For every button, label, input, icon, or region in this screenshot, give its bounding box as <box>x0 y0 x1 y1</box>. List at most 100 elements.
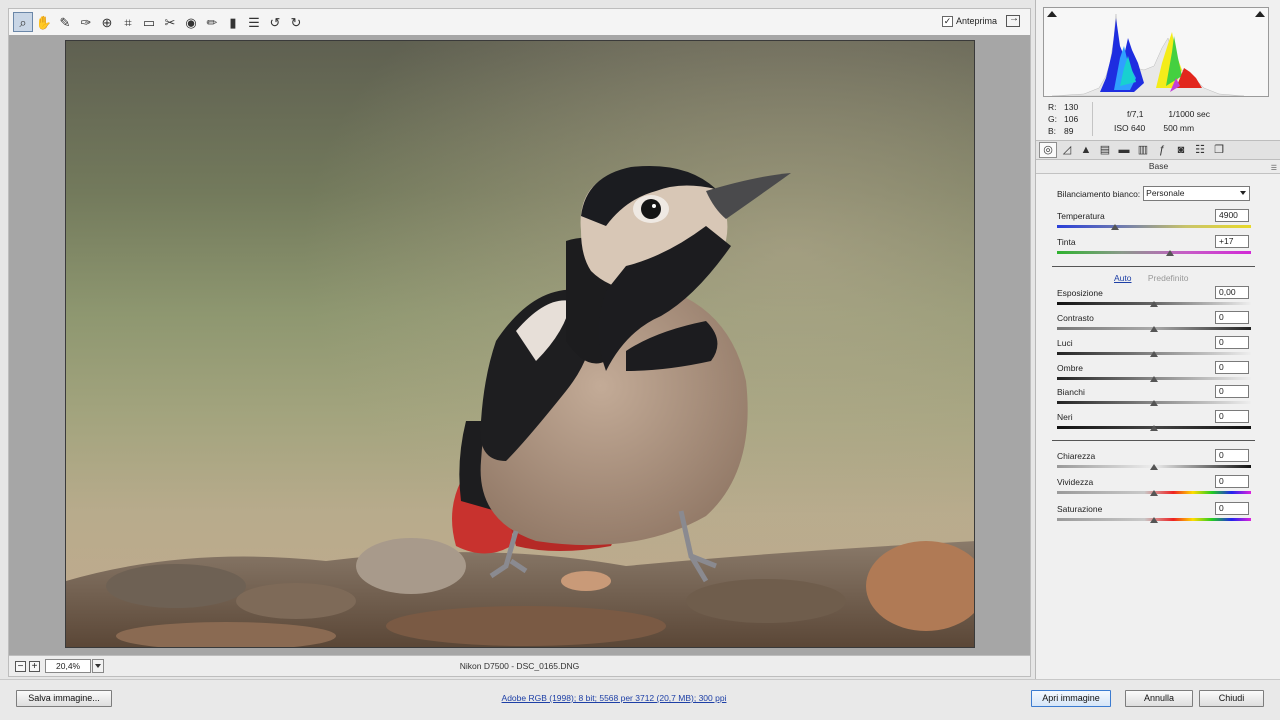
file-name-caption: Nikon D7500 - DSC_0165.DNG <box>459 661 580 671</box>
default-link[interactable]: Predefinito <box>1148 273 1189 283</box>
bottom-bar: Salva immagine... Adobe RGB (1998); 8 bi… <box>0 679 1280 720</box>
basic-tab-icon[interactable]: ◎ <box>1039 142 1057 158</box>
status-bar: − + 20,4% Nikon D7500 - DSC_0165.DNG <box>8 655 1031 677</box>
slider-label: Contrasto <box>1057 313 1094 323</box>
auto-link[interactable]: Auto <box>1114 273 1132 283</box>
g-label: G: <box>1048 114 1057 124</box>
rotate-right-icon[interactable]: ↻ <box>286 12 306 32</box>
graduated-filter-tool-icon[interactable]: ▮ <box>223 12 243 32</box>
r-value: 130 <box>1064 102 1079 112</box>
tool-bar: ⌕ ✋ ✎ ✑ ⊕ ⌗ ▭ ✂ ◉ ✏ ▮ ☰ ↺ ↻ ✓ Anteprima <box>8 8 1031 35</box>
highlight-clipping-warning-icon[interactable] <box>1255 11 1265 17</box>
white-balance-select[interactable]: Personale <box>1143 186 1251 201</box>
contrast-slider[interactable]: Contrasto 0 <box>1057 311 1251 337</box>
effects-tab-icon[interactable]: ƒ <box>1153 142 1171 158</box>
hand-tool-icon[interactable]: ✋ <box>34 12 54 32</box>
open-image-button[interactable]: Apri immagine <box>1031 690 1111 707</box>
shutter-value: 1/1000 sec <box>1168 109 1210 119</box>
rgb-readout: R: 130 G: 106 B: 89 <box>1048 101 1078 137</box>
zoom-in-button[interactable]: + <box>29 660 40 672</box>
slider-thumb[interactable] <box>1150 326 1158 332</box>
slider-track[interactable] <box>1057 251 1251 254</box>
snapshots-tab-icon[interactable]: ❐ <box>1210 142 1228 158</box>
color-sampler-tool-icon[interactable]: ✑ <box>76 12 96 32</box>
slider-thumb[interactable] <box>1150 425 1158 431</box>
zoom-tool-icon[interactable]: ⌕ <box>13 12 33 32</box>
slider-label: Luci <box>1057 338 1073 348</box>
preview-checkbox[interactable]: ✓ <box>941 15 953 27</box>
slider-thumb[interactable] <box>1150 464 1158 470</box>
hsl-tab-icon[interactable]: ▤ <box>1096 142 1114 158</box>
section-divider <box>1052 266 1255 267</box>
camera-calibration-tab-icon[interactable]: ◙ <box>1172 142 1190 158</box>
slider-value-field[interactable]: 4900 <box>1215 209 1249 222</box>
slider-thumb[interactable] <box>1150 351 1158 357</box>
adjustment-brush-tool-icon[interactable]: ✏ <box>202 12 222 32</box>
slider-thumb[interactable] <box>1150 400 1158 406</box>
preview-toggle[interactable]: ✓ Anteprima <box>941 13 1020 27</box>
close-button[interactable]: Chiudi <box>1199 690 1264 707</box>
zoom-dropdown-icon[interactable] <box>92 659 104 673</box>
highlights-slider[interactable]: Luci 0 <box>1057 336 1251 362</box>
zoom-out-button[interactable]: − <box>15 660 26 672</box>
slider-thumb[interactable] <box>1111 224 1120 230</box>
slider-value-field[interactable]: 0 <box>1215 336 1249 349</box>
slider-value-field[interactable]: 0 <box>1215 410 1249 423</box>
rotate-left-icon[interactable]: ↺ <box>265 12 285 32</box>
targeted-adjustment-tool-icon[interactable]: ⊕ <box>97 12 117 32</box>
slider-thumb[interactable] <box>1165 250 1174 256</box>
zoom-level-field[interactable]: 20,4% <box>45 659 91 673</box>
slider-value-field[interactable]: +17 <box>1215 235 1249 248</box>
crop-tool-icon[interactable]: ⌗ <box>118 12 138 32</box>
saturation-slider[interactable]: Saturazione 0 <box>1057 502 1251 528</box>
detail-tab-icon[interactable]: ▲ <box>1077 142 1095 158</box>
tint-slider[interactable]: Tinta +17 <box>1057 235 1251 261</box>
histogram <box>1043 7 1269 97</box>
slider-value-field[interactable]: 0 <box>1215 449 1249 462</box>
fullscreen-icon[interactable] <box>1006 13 1020 27</box>
slider-thumb[interactable] <box>1150 376 1158 382</box>
temperature-slider[interactable]: Temperatura 4900 <box>1057 209 1251 235</box>
b-value: 89 <box>1064 126 1074 136</box>
spot-removal-tool-icon[interactable]: ✂ <box>160 12 180 32</box>
slider-track[interactable] <box>1057 225 1251 228</box>
slider-value-field[interactable]: 0,00 <box>1215 286 1249 299</box>
whites-slider[interactable]: Bianchi 0 <box>1057 385 1251 411</box>
lens-corrections-tab-icon[interactable]: ▥ <box>1134 142 1152 158</box>
slider-thumb[interactable] <box>1150 490 1158 496</box>
presets-tab-icon[interactable]: ☷ <box>1191 142 1209 158</box>
straighten-tool-icon[interactable]: ▭ <box>139 12 159 32</box>
blacks-slider[interactable]: Neri 0 <box>1057 410 1251 436</box>
split-toning-tab-icon[interactable]: ▬ <box>1115 142 1133 158</box>
exposure-slider[interactable]: Esposizione 0,00 <box>1057 286 1251 312</box>
preview-label: Anteprima <box>955 16 997 26</box>
r-label: R: <box>1048 102 1057 112</box>
photo-preview[interactable] <box>65 40 975 648</box>
red-eye-removal-tool-icon[interactable]: ◉ <box>181 12 201 32</box>
white-balance-label: Bilanciamento bianco: <box>1057 188 1141 199</box>
shadows-slider[interactable]: Ombre 0 <box>1057 361 1251 387</box>
slider-value-field[interactable]: 0 <box>1215 385 1249 398</box>
slider-thumb[interactable] <box>1150 301 1158 307</box>
tone-curve-tab-icon[interactable]: ◿ <box>1058 142 1076 158</box>
vibrance-slider[interactable]: Vividezza 0 <box>1057 475 1251 501</box>
panel-menu-icon[interactable]: ☰ <box>1271 164 1277 172</box>
image-stage <box>8 35 1031 655</box>
preview-area: ⌕✋✎✑⊕⌗▭✂◉✏▮☰↺↻ ✓ Anteprima <box>0 0 1035 679</box>
slider-value-field[interactable]: 0 <box>1215 502 1249 515</box>
focal-length-value: 500 mm <box>1163 123 1195 133</box>
shadow-clipping-warning-icon[interactable] <box>1047 11 1057 17</box>
clarity-slider[interactable]: Chiarezza 0 <box>1057 449 1251 475</box>
white-balance-tool-icon[interactable]: ✎ <box>55 12 75 32</box>
slider-label: Neri <box>1057 412 1073 422</box>
b-label: B: <box>1048 126 1057 136</box>
slider-label: Bianchi <box>1057 387 1085 397</box>
slider-value-field[interactable]: 0 <box>1215 311 1249 324</box>
slider-value-field[interactable]: 0 <box>1215 475 1249 488</box>
camera-raw-window: ⌕✋✎✑⊕⌗▭✂◉✏▮☰↺↻ ✓ Anteprima <box>0 0 1280 720</box>
slider-value-field[interactable]: 0 <box>1215 361 1249 374</box>
readout-divider <box>1092 102 1093 136</box>
preferences-icon[interactable]: ☰ <box>244 12 264 32</box>
cancel-button[interactable]: Annulla <box>1125 690 1193 707</box>
slider-thumb[interactable] <box>1150 517 1158 523</box>
